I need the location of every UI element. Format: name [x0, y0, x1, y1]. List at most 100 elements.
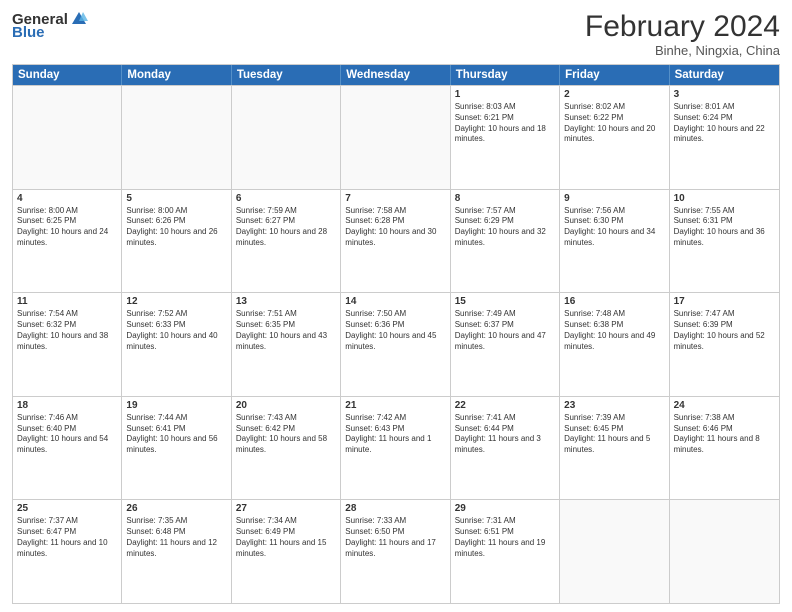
empty-cell [560, 500, 669, 603]
header-tuesday: Tuesday [232, 65, 341, 85]
day-number-26: 26 [126, 503, 226, 514]
day-info-21: Sunrise: 7:42 AMSunset: 6:43 PMDaylight:… [345, 413, 445, 456]
day-number-23: 23 [564, 400, 664, 411]
day-29: 29 Sunrise: 7:31 AMSunset: 6:51 PMDayligh… [451, 500, 560, 603]
day-7: 7Sunrise: 7:58 AMSunset: 6:28 PMDaylight… [341, 190, 450, 293]
calendar-subtitle: Binhe, Ningxia, China [585, 43, 780, 58]
day-9: 9 Sunrise: 7:56 AMSunset: 6:30 PMDaylight… [560, 190, 669, 293]
day-1: 1 Sunrise: 8:03 AMSunset: 6:21 PMDaylight… [451, 86, 560, 189]
day-info-11: Sunrise: 7:54 AMSunset: 6:32 PMDaylight:… [17, 309, 117, 352]
day-info-28: Sunrise: 7:33 AMSunset: 6:50 PMDaylight:… [345, 516, 445, 559]
day-5: 5Sunrise: 8:00 AMSunset: 6:26 PMDaylight… [122, 190, 231, 293]
day-25: 25 Sunrise: 7:37 AMSunset: 6:47 PMDayligh… [13, 500, 122, 603]
day-info-18: Sunrise: 7:46 AMSunset: 6:40 PMDaylight:… [17, 413, 117, 456]
day-number-28: 28 [345, 503, 445, 514]
day-info-22: Sunrise: 7:41 AMSunset: 6:44 PMDaylight:… [455, 413, 555, 456]
day-number-20: 20 [236, 400, 336, 411]
header: General Blue February 2024 Binhe, Ningxi… [12, 10, 780, 58]
day-info-20: Sunrise: 7:43 AMSunset: 6:42 PMDaylight:… [236, 413, 336, 456]
day-14: 14 Sunrise: 7:50 AMSunset: 6:36 PMDayligh… [341, 293, 450, 396]
empty-cell [670, 500, 779, 603]
day-number-14: 14 [345, 296, 445, 307]
day-info-14: Sunrise: 7:50 AMSunset: 6:36 PMDaylight:… [345, 309, 445, 352]
day-13: 13 Sunrise: 7:51 AMSunset: 6:35 PMDayligh… [232, 293, 341, 396]
day-info-26: Sunrise: 7:35 AMSunset: 6:48 PMDaylight:… [126, 516, 226, 559]
day-number-2: 2 [564, 89, 664, 100]
week-2: 4 Sunrise: 8:00 AMSunset: 6:25 PMDaylight… [13, 189, 779, 293]
day-number-8: 8 [455, 193, 555, 204]
day-22: 22 Sunrise: 7:41 AMSunset: 6:44 PMDayligh… [451, 397, 560, 500]
calendar-header-row: Sunday Monday Tuesday Wednesday Thursday… [13, 65, 779, 85]
header-thursday: Thursday [451, 65, 560, 85]
day-number-19: 19 [126, 400, 226, 411]
day-info-25: Sunrise: 7:37 AMSunset: 6:47 PMDaylight:… [17, 516, 117, 559]
day-info-15: Sunrise: 7:49 AMSunset: 6:37 PMDaylight:… [455, 309, 555, 352]
day-number-6: 6 [236, 193, 336, 204]
day-info-6: Sunrise: 7:59 AMSunset: 6:27 PMDaylight:… [236, 206, 336, 249]
day-info-7: Sunrise: 7:58 AMSunset: 6:28 PMDaylight:… [345, 206, 445, 249]
day-info-10: Sunrise: 7:55 AMSunset: 6:31 PMDaylight:… [674, 206, 775, 249]
header-friday: Friday [560, 65, 669, 85]
title-block: February 2024 Binhe, Ningxia, China [585, 10, 780, 58]
day-number-9: 9 [564, 193, 664, 204]
day-info-29: Sunrise: 7:31 AMSunset: 6:51 PMDaylight:… [455, 516, 555, 559]
day-11: 11 Sunrise: 7:54 AMSunset: 6:32 PMDayligh… [13, 293, 122, 396]
day-18: 18Sunrise: 7:46 AMSunset: 6:40 PMDayligh… [13, 397, 122, 500]
day-info-1: Sunrise: 8:03 AMSunset: 6:21 PMDaylight:… [455, 102, 555, 145]
empty-cell [13, 86, 122, 189]
calendar-title: February 2024 [585, 10, 780, 43]
day-info-12: Sunrise: 7:52 AMSunset: 6:33 PMDaylight:… [126, 309, 226, 352]
day-number-21: 21 [345, 400, 445, 411]
header-saturday: Saturday [670, 65, 779, 85]
header-monday: Monday [122, 65, 231, 85]
day-info-13: Sunrise: 7:51 AMSunset: 6:35 PMDaylight:… [236, 309, 336, 352]
page: General Blue February 2024 Binhe, Ningxi… [0, 0, 792, 612]
header-wednesday: Wednesday [341, 65, 450, 85]
week-5: 25 Sunrise: 7:37 AMSunset: 6:47 PMDayligh… [13, 499, 779, 603]
day-info-17: Sunrise: 7:47 AMSunset: 6:39 PMDaylight:… [674, 309, 775, 352]
week-4: 18Sunrise: 7:46 AMSunset: 6:40 PMDayligh… [13, 396, 779, 500]
day-26: 26 Sunrise: 7:35 AMSunset: 6:48 PMDayligh… [122, 500, 231, 603]
day-number-10: 10 [674, 193, 775, 204]
day-3: 3 Sunrise: 8:01 AMSunset: 6:24 PMDaylight… [670, 86, 779, 189]
day-info-5: Sunrise: 8:00 AMSunset: 6:26 PMDaylight:… [126, 206, 226, 249]
day-number-17: 17 [674, 296, 775, 307]
empty-cell [122, 86, 231, 189]
day-info-16: Sunrise: 7:48 AMSunset: 6:38 PMDaylight:… [564, 309, 664, 352]
day-number-11: 11 [17, 296, 117, 307]
day-10: 10 Sunrise: 7:55 AMSunset: 6:31 PMDayligh… [670, 190, 779, 293]
day-number-1: 1 [455, 89, 555, 100]
day-17: 17 Sunrise: 7:47 AMSunset: 6:39 PMDayligh… [670, 293, 779, 396]
day-info-8: Sunrise: 7:57 AMSunset: 6:29 PMDaylight:… [455, 206, 555, 249]
day-number-29: 29 [455, 503, 555, 514]
logo: General Blue [12, 10, 88, 41]
day-number-24: 24 [674, 400, 775, 411]
day-info-23: Sunrise: 7:39 AMSunset: 6:45 PMDaylight:… [564, 413, 664, 456]
day-16: 16Sunrise: 7:48 AMSunset: 6:38 PMDayligh… [560, 293, 669, 396]
day-12: 12 Sunrise: 7:52 AMSunset: 6:33 PMDayligh… [122, 293, 231, 396]
day-number-15: 15 [455, 296, 555, 307]
logo-icon [70, 10, 88, 28]
empty-cell [341, 86, 450, 189]
calendar: Sunday Monday Tuesday Wednesday Thursday… [12, 64, 780, 604]
day-number-13: 13 [236, 296, 336, 307]
day-number-27: 27 [236, 503, 336, 514]
day-23: 23 Sunrise: 7:39 AMSunset: 6:45 PMDayligh… [560, 397, 669, 500]
day-24: 24 Sunrise: 7:38 AMSunset: 6:46 PMDayligh… [670, 397, 779, 500]
day-info-27: Sunrise: 7:34 AMSunset: 6:49 PMDaylight:… [236, 516, 336, 559]
day-number-22: 22 [455, 400, 555, 411]
day-info-2: Sunrise: 8:02 AMSunset: 6:22 PMDaylight:… [564, 102, 664, 145]
day-number-25: 25 [17, 503, 117, 514]
day-20: 20 Sunrise: 7:43 AMSunset: 6:42 PMDayligh… [232, 397, 341, 500]
day-info-3: Sunrise: 8:01 AMSunset: 6:24 PMDaylight:… [674, 102, 775, 145]
day-19: 19Sunrise: 7:44 AMSunset: 6:41 PMDayligh… [122, 397, 231, 500]
day-info-9: Sunrise: 7:56 AMSunset: 6:30 PMDaylight:… [564, 206, 664, 249]
day-number-4: 4 [17, 193, 117, 204]
day-8: 8 Sunrise: 7:57 AMSunset: 6:29 PMDaylight… [451, 190, 560, 293]
week-1: 1 Sunrise: 8:03 AMSunset: 6:21 PMDaylight… [13, 85, 779, 189]
day-info-4: Sunrise: 8:00 AMSunset: 6:25 PMDaylight:… [17, 206, 117, 249]
day-info-24: Sunrise: 7:38 AMSunset: 6:46 PMDaylight:… [674, 413, 775, 456]
day-number-12: 12 [126, 296, 226, 307]
day-15: 15 Sunrise: 7:49 AMSunset: 6:37 PMDayligh… [451, 293, 560, 396]
day-number-3: 3 [674, 89, 775, 100]
